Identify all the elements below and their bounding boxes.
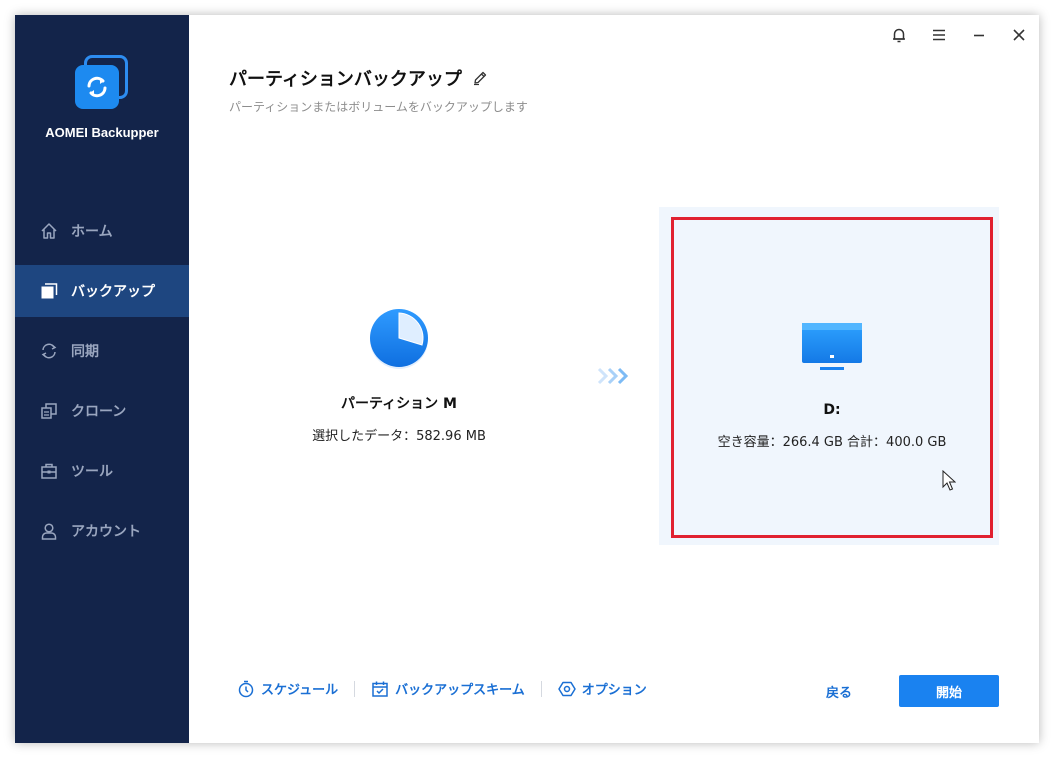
back-button[interactable]: 戻る (809, 676, 869, 706)
main-panel: パーティションバックアップ パーティションまたはボリュームをバックアップします (189, 15, 1039, 743)
divider (540, 680, 542, 697)
mouse-pointer-icon (942, 469, 957, 496)
sidebar-item-tools[interactable]: ツール (15, 445, 189, 497)
sidebar-item-label: 同期 (71, 344, 99, 360)
sidebar-item-account[interactable]: アカウント (15, 505, 189, 557)
bell-icon[interactable] (879, 15, 919, 55)
footer-links: スケジュール バックアップスキーム オプション (237, 679, 647, 698)
sidebar-item-label: アカウント (71, 524, 141, 540)
sync-icon (39, 341, 59, 361)
backup-icon (39, 281, 59, 301)
target-destination[interactable]: D: 空き容量：266.4 GB 合計：400.0 GB (671, 217, 993, 538)
calendar-check-icon (371, 680, 389, 698)
backup-scheme-label: バックアップスキーム (395, 683, 525, 698)
close-icon[interactable] (999, 15, 1039, 55)
partition-pie-icon (366, 305, 432, 371)
backup-scheme-link[interactable]: バックアップスキーム (371, 679, 525, 698)
sidebar-item-label: ツール (71, 464, 113, 480)
sidebar-nav: ホーム バックアップ 同期 クローン ツール アカウント (15, 205, 189, 565)
app-name: AOMEI Backupper (45, 125, 159, 140)
sidebar-item-clone[interactable]: クローン (15, 385, 189, 437)
app-window: AOMEI Backupper ホーム バックアップ 同期 クローン ツール ア… (15, 15, 1039, 743)
sidebar-item-home[interactable]: ホーム (15, 205, 189, 257)
title-bar (879, 15, 1039, 55)
gear-hexagon-icon (557, 680, 576, 698)
menu-icon[interactable] (919, 15, 959, 55)
sidebar-item-label: クローン (71, 404, 127, 420)
schedule-link[interactable]: スケジュール (237, 679, 338, 698)
source-info: 選択したデータ：582.96 MB (312, 429, 486, 444)
options-label: オプション (581, 683, 647, 698)
chevron-right-arrows-icon (597, 365, 631, 387)
target-info: 空き容量：266.4 GB 合計：400.0 GB (717, 435, 947, 450)
edit-pencil-icon[interactable] (472, 70, 488, 86)
user-icon (39, 521, 59, 541)
start-button[interactable]: 開始 (899, 675, 999, 707)
toolbox-icon (39, 461, 59, 481)
backupper-logo-icon (72, 53, 132, 115)
page-title: パーティションバックアップ (229, 65, 488, 91)
minimize-icon[interactable] (959, 15, 999, 55)
stopwatch-icon (237, 680, 255, 698)
app-logo: AOMEI Backupper (15, 53, 189, 140)
sidebar-item-backup[interactable]: バックアップ (15, 265, 189, 317)
sidebar-item-sync[interactable]: 同期 (15, 325, 189, 377)
divider (354, 680, 356, 697)
source-partition[interactable]: パーティション M 選択したデータ：582.96 MB (279, 305, 519, 444)
source-name: パーティション M (341, 396, 457, 412)
page-title-text: パーティションバックアップ (229, 69, 462, 90)
clone-icon (39, 401, 59, 421)
schedule-label: スケジュール (261, 683, 339, 698)
home-icon (39, 221, 59, 241)
monitor-icon (800, 322, 864, 374)
sidebar-item-label: ホーム (71, 224, 113, 240)
sidebar-item-label: バックアップ (71, 284, 155, 300)
options-link[interactable]: オプション (557, 679, 647, 698)
page-subtitle: パーティションまたはボリュームをバックアップします (229, 100, 528, 114)
target-name: D: (823, 402, 841, 418)
sidebar: AOMEI Backupper ホーム バックアップ 同期 クローン ツール ア… (15, 15, 189, 743)
